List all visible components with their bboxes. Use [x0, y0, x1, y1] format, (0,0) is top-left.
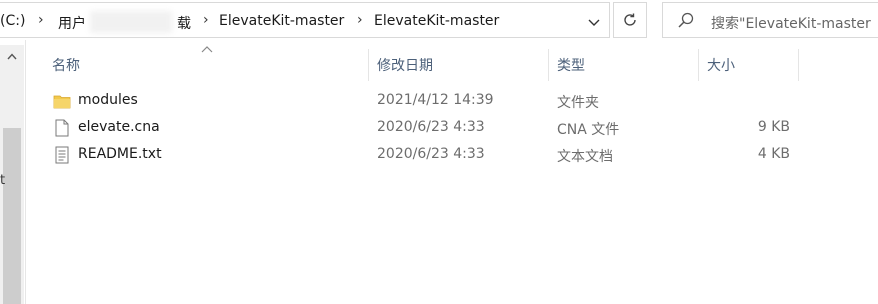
chevron-right-icon[interactable]: ›	[203, 12, 209, 28]
scrollbar-thumb[interactable]	[3, 128, 21, 304]
file-name[interactable]: modules	[78, 92, 138, 108]
column-header-row: 名称 修改日期 类型 大小	[25, 45, 878, 83]
refresh-icon	[624, 13, 636, 26]
breadcrumb-drive[interactable]: (C:)	[0, 13, 25, 29]
file-type: CNA 文件	[557, 122, 620, 138]
breadcrumb-folder-1[interactable]: ElevateKit-master	[219, 13, 344, 29]
chevron-right-icon[interactable]: ›	[357, 12, 363, 28]
folder-icon	[53, 95, 71, 109]
address-bar[interactable]: (C:) › 用户 载 › ElevateKit-master › Elevat…	[0, 2, 610, 38]
file-date: 2020/6/23 4:33	[377, 146, 485, 162]
column-header-size[interactable]: 大小	[707, 55, 735, 75]
file-row[interactable]: modules 2021/4/12 14:39 文件夹	[25, 88, 878, 114]
scroll-up-icon[interactable]	[0, 45, 24, 67]
file-type: 文本文档	[557, 149, 613, 165]
text-file-icon	[55, 146, 69, 164]
column-divider[interactable]	[698, 49, 699, 81]
chevron-down-icon[interactable]	[578, 5, 610, 41]
file-size: 4 KB	[757, 146, 790, 162]
column-header-date[interactable]: 修改日期	[377, 55, 433, 75]
search-icon	[678, 12, 694, 28]
column-divider[interactable]	[368, 49, 369, 81]
file-type: 文件夹	[557, 95, 599, 111]
file-name[interactable]: elevate.cna	[78, 119, 160, 135]
column-divider[interactable]	[548, 49, 549, 81]
breadcrumb-downloads[interactable]: 载	[177, 13, 191, 33]
file-row[interactable]: README.txt 2020/6/23 4:33 文本文档 4 KB	[25, 142, 878, 168]
column-header-name[interactable]: 名称	[52, 55, 80, 75]
file-date: 2020/6/23 4:33	[377, 119, 485, 135]
redacted-segment	[90, 11, 172, 33]
sort-ascending-icon	[201, 46, 213, 53]
refresh-button[interactable]	[613, 2, 647, 38]
column-header-type[interactable]: 类型	[557, 55, 585, 75]
file-icon	[55, 119, 69, 137]
navigation-item-fragment[interactable]: t	[0, 173, 5, 188]
search-input[interactable]: 搜索"ElevateKit-master	[711, 13, 871, 33]
file-row[interactable]: elevate.cna 2020/6/23 4:33 CNA 文件 9 KB	[25, 115, 878, 141]
column-divider[interactable]	[798, 49, 799, 81]
toolbar: (C:) › 用户 载 › ElevateKit-master › Elevat…	[0, 0, 878, 40]
breadcrumb-user[interactable]: 用户	[58, 13, 86, 33]
search-box[interactable]: 搜索"ElevateKit-master	[662, 2, 878, 38]
file-name[interactable]: README.txt	[78, 146, 162, 162]
chevron-right-icon[interactable]: ›	[38, 12, 44, 28]
file-date: 2021/4/12 14:39	[377, 92, 494, 108]
file-size: 9 KB	[757, 119, 790, 135]
breadcrumb-folder-2[interactable]: ElevateKit-master	[374, 13, 499, 29]
